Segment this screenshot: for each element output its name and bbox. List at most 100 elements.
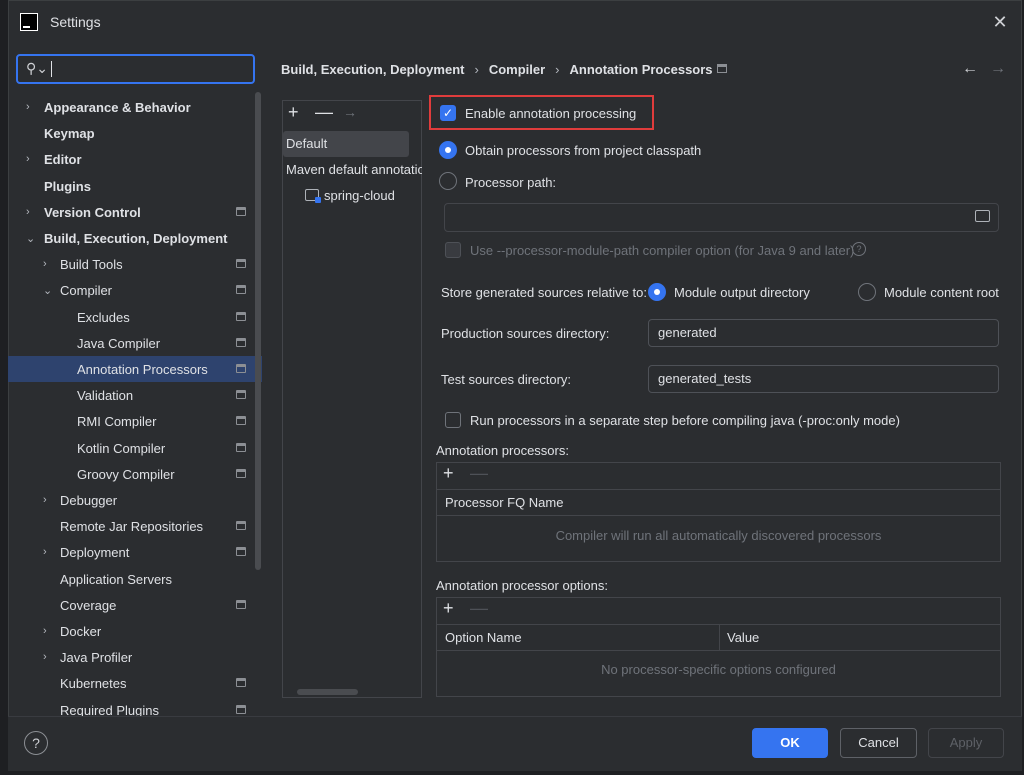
tree-item[interactable]: › Java Profiler bbox=[8, 644, 262, 670]
module-output-label[interactable]: Module output directory bbox=[674, 285, 810, 300]
project-scope-icon bbox=[236, 207, 246, 216]
remove-profile-button[interactable]: — bbox=[315, 102, 333, 123]
column-processor-fq-name[interactable]: Processor FQ Name bbox=[445, 495, 563, 510]
column-option-name[interactable]: Option Name bbox=[445, 630, 522, 645]
module-output-radio[interactable] bbox=[648, 283, 666, 301]
module-content-label[interactable]: Module content root bbox=[884, 285, 999, 300]
tree-item[interactable]: ⌄ Build, Execution, Deployment bbox=[8, 225, 262, 251]
tree-item-label: Compiler bbox=[60, 282, 113, 298]
processor-path-radio[interactable] bbox=[439, 172, 457, 190]
forward-arrow-button[interactable]: → bbox=[990, 60, 1006, 78]
obtain-classpath-radio[interactable] bbox=[439, 141, 457, 159]
store-relative-label: Store generated sources relative to: bbox=[441, 285, 647, 300]
add-profile-button[interactable]: + bbox=[288, 102, 299, 123]
tree-item[interactable]: Plugins bbox=[8, 173, 262, 199]
add-processor-button[interactable]: + bbox=[443, 463, 454, 484]
production-dir-label: Production sources directory: bbox=[441, 326, 610, 341]
module-content-radio[interactable] bbox=[858, 283, 876, 301]
tree-item[interactable]: Validation bbox=[8, 382, 262, 408]
options-table-title: Annotation processor options: bbox=[436, 578, 608, 593]
tree-item[interactable]: › Editor bbox=[8, 146, 262, 172]
tree-item-label: Groovy Compiler bbox=[77, 466, 175, 482]
tree-item[interactable]: RMI Compiler bbox=[8, 408, 262, 434]
breadcrumb-item-build[interactable]: Build, Execution, Deployment bbox=[281, 62, 464, 77]
tree-item[interactable]: Annotation Processors bbox=[8, 356, 262, 382]
help-button[interactable]: ? bbox=[24, 731, 48, 755]
help-icon[interactable]: ? bbox=[852, 242, 866, 256]
production-dir-field[interactable]: generated bbox=[648, 319, 999, 347]
chevron-right-icon[interactable]: › bbox=[43, 546, 47, 558]
chevron-right-icon[interactable]: › bbox=[26, 101, 30, 113]
tree-item-label: Version Control bbox=[44, 204, 141, 220]
processor-path-field[interactable] bbox=[444, 203, 999, 232]
folder-icon[interactable] bbox=[975, 210, 990, 222]
profiles-scrollbar[interactable] bbox=[297, 689, 358, 695]
tree-item[interactable]: Java Compiler bbox=[8, 330, 262, 356]
module-path-checkbox bbox=[445, 242, 461, 258]
obtain-classpath-label[interactable]: Obtain processors from project classpath bbox=[465, 143, 701, 158]
profile-module-spring-cloud[interactable]: spring-cloud bbox=[324, 188, 395, 203]
tree-item-label: Application Servers bbox=[60, 571, 172, 587]
tree-item[interactable]: ⌄ Compiler bbox=[8, 277, 262, 303]
tree-item[interactable]: › Appearance & Behavior bbox=[8, 94, 262, 120]
processor-path-label[interactable]: Processor path: bbox=[465, 175, 556, 190]
tree-item-label: Excludes bbox=[77, 309, 130, 325]
tree-item[interactable]: › Docker bbox=[8, 618, 262, 644]
breadcrumb-item-compiler[interactable]: Compiler bbox=[489, 62, 545, 77]
intellij-logo-icon bbox=[20, 13, 38, 31]
back-arrow-button[interactable]: ← bbox=[962, 60, 978, 78]
breadcrumb-separator: › bbox=[474, 62, 479, 77]
add-option-button[interactable]: + bbox=[443, 598, 454, 619]
project-scope-icon bbox=[717, 64, 727, 73]
chevron-right-icon[interactable]: › bbox=[43, 494, 47, 506]
enable-processing-label[interactable]: Enable annotation processing bbox=[465, 106, 636, 121]
chevron-right-icon[interactable]: › bbox=[26, 206, 30, 218]
tree-scrollbar[interactable] bbox=[255, 92, 261, 570]
apply-button[interactable]: Apply bbox=[928, 728, 1004, 758]
tree-item-label: Docker bbox=[60, 623, 102, 639]
processors-table: + — Processor FQ Name Compiler will run … bbox=[436, 462, 1001, 562]
ok-button[interactable]: OK bbox=[752, 728, 828, 758]
project-scope-icon bbox=[236, 312, 246, 321]
close-button[interactable]: ✕ bbox=[988, 10, 1012, 34]
column-value[interactable]: Value bbox=[727, 630, 759, 645]
run-separate-label[interactable]: Run processors in a separate step before… bbox=[470, 413, 900, 428]
tree-item[interactable]: Kubernetes bbox=[8, 670, 262, 696]
chevron-right-icon[interactable]: › bbox=[43, 625, 47, 637]
tree-item[interactable]: Keymap bbox=[8, 120, 262, 146]
tree-item[interactable]: Kotlin Compiler bbox=[8, 435, 262, 461]
test-dir-field[interactable]: generated_tests bbox=[648, 365, 999, 393]
tree-item[interactable]: Remote Jar Repositories bbox=[8, 513, 262, 539]
project-scope-icon bbox=[236, 416, 246, 425]
tree-item[interactable]: Application Servers bbox=[8, 566, 262, 592]
run-separate-checkbox[interactable] bbox=[445, 412, 461, 428]
breadcrumb-separator: › bbox=[555, 62, 560, 77]
test-dir-label: Test sources directory: bbox=[441, 372, 572, 387]
remove-option-button[interactable]: — bbox=[470, 598, 488, 619]
tree-item[interactable]: › Version Control bbox=[8, 199, 262, 225]
chevron-down-icon[interactable]: ⌄ bbox=[43, 284, 52, 297]
chevron-right-icon[interactable]: › bbox=[43, 651, 47, 663]
tree-item[interactable]: Coverage bbox=[8, 592, 262, 618]
chevron-down-icon[interactable]: ⌄ bbox=[26, 232, 35, 245]
project-scope-icon bbox=[236, 678, 246, 687]
tree-item[interactable]: › Deployment bbox=[8, 539, 262, 565]
chevron-right-icon[interactable]: › bbox=[26, 153, 30, 165]
profile-default[interactable]: Default bbox=[283, 131, 409, 157]
processors-table-header: Processor FQ Name bbox=[437, 490, 1000, 516]
tree-item[interactable]: Groovy Compiler bbox=[8, 461, 262, 487]
enable-processing-checkbox[interactable]: ✓ bbox=[440, 105, 456, 121]
chevron-right-icon[interactable]: › bbox=[43, 258, 47, 270]
tree-item[interactable]: › Debugger bbox=[8, 487, 262, 513]
tree-item[interactable]: Excludes bbox=[8, 304, 262, 330]
column-divider bbox=[719, 625, 720, 650]
project-scope-icon bbox=[236, 338, 246, 347]
module-folder-icon bbox=[305, 189, 321, 203]
project-scope-icon bbox=[236, 259, 246, 268]
cancel-button[interactable]: Cancel bbox=[840, 728, 917, 758]
tree-item[interactable]: › Build Tools bbox=[8, 251, 262, 277]
tree-item-label: Keymap bbox=[44, 125, 95, 141]
profile-maven[interactable]: Maven default annotation processors prof… bbox=[286, 162, 422, 177]
move-to-profile-button[interactable]: → bbox=[343, 104, 357, 120]
remove-processor-button[interactable]: — bbox=[470, 463, 488, 484]
